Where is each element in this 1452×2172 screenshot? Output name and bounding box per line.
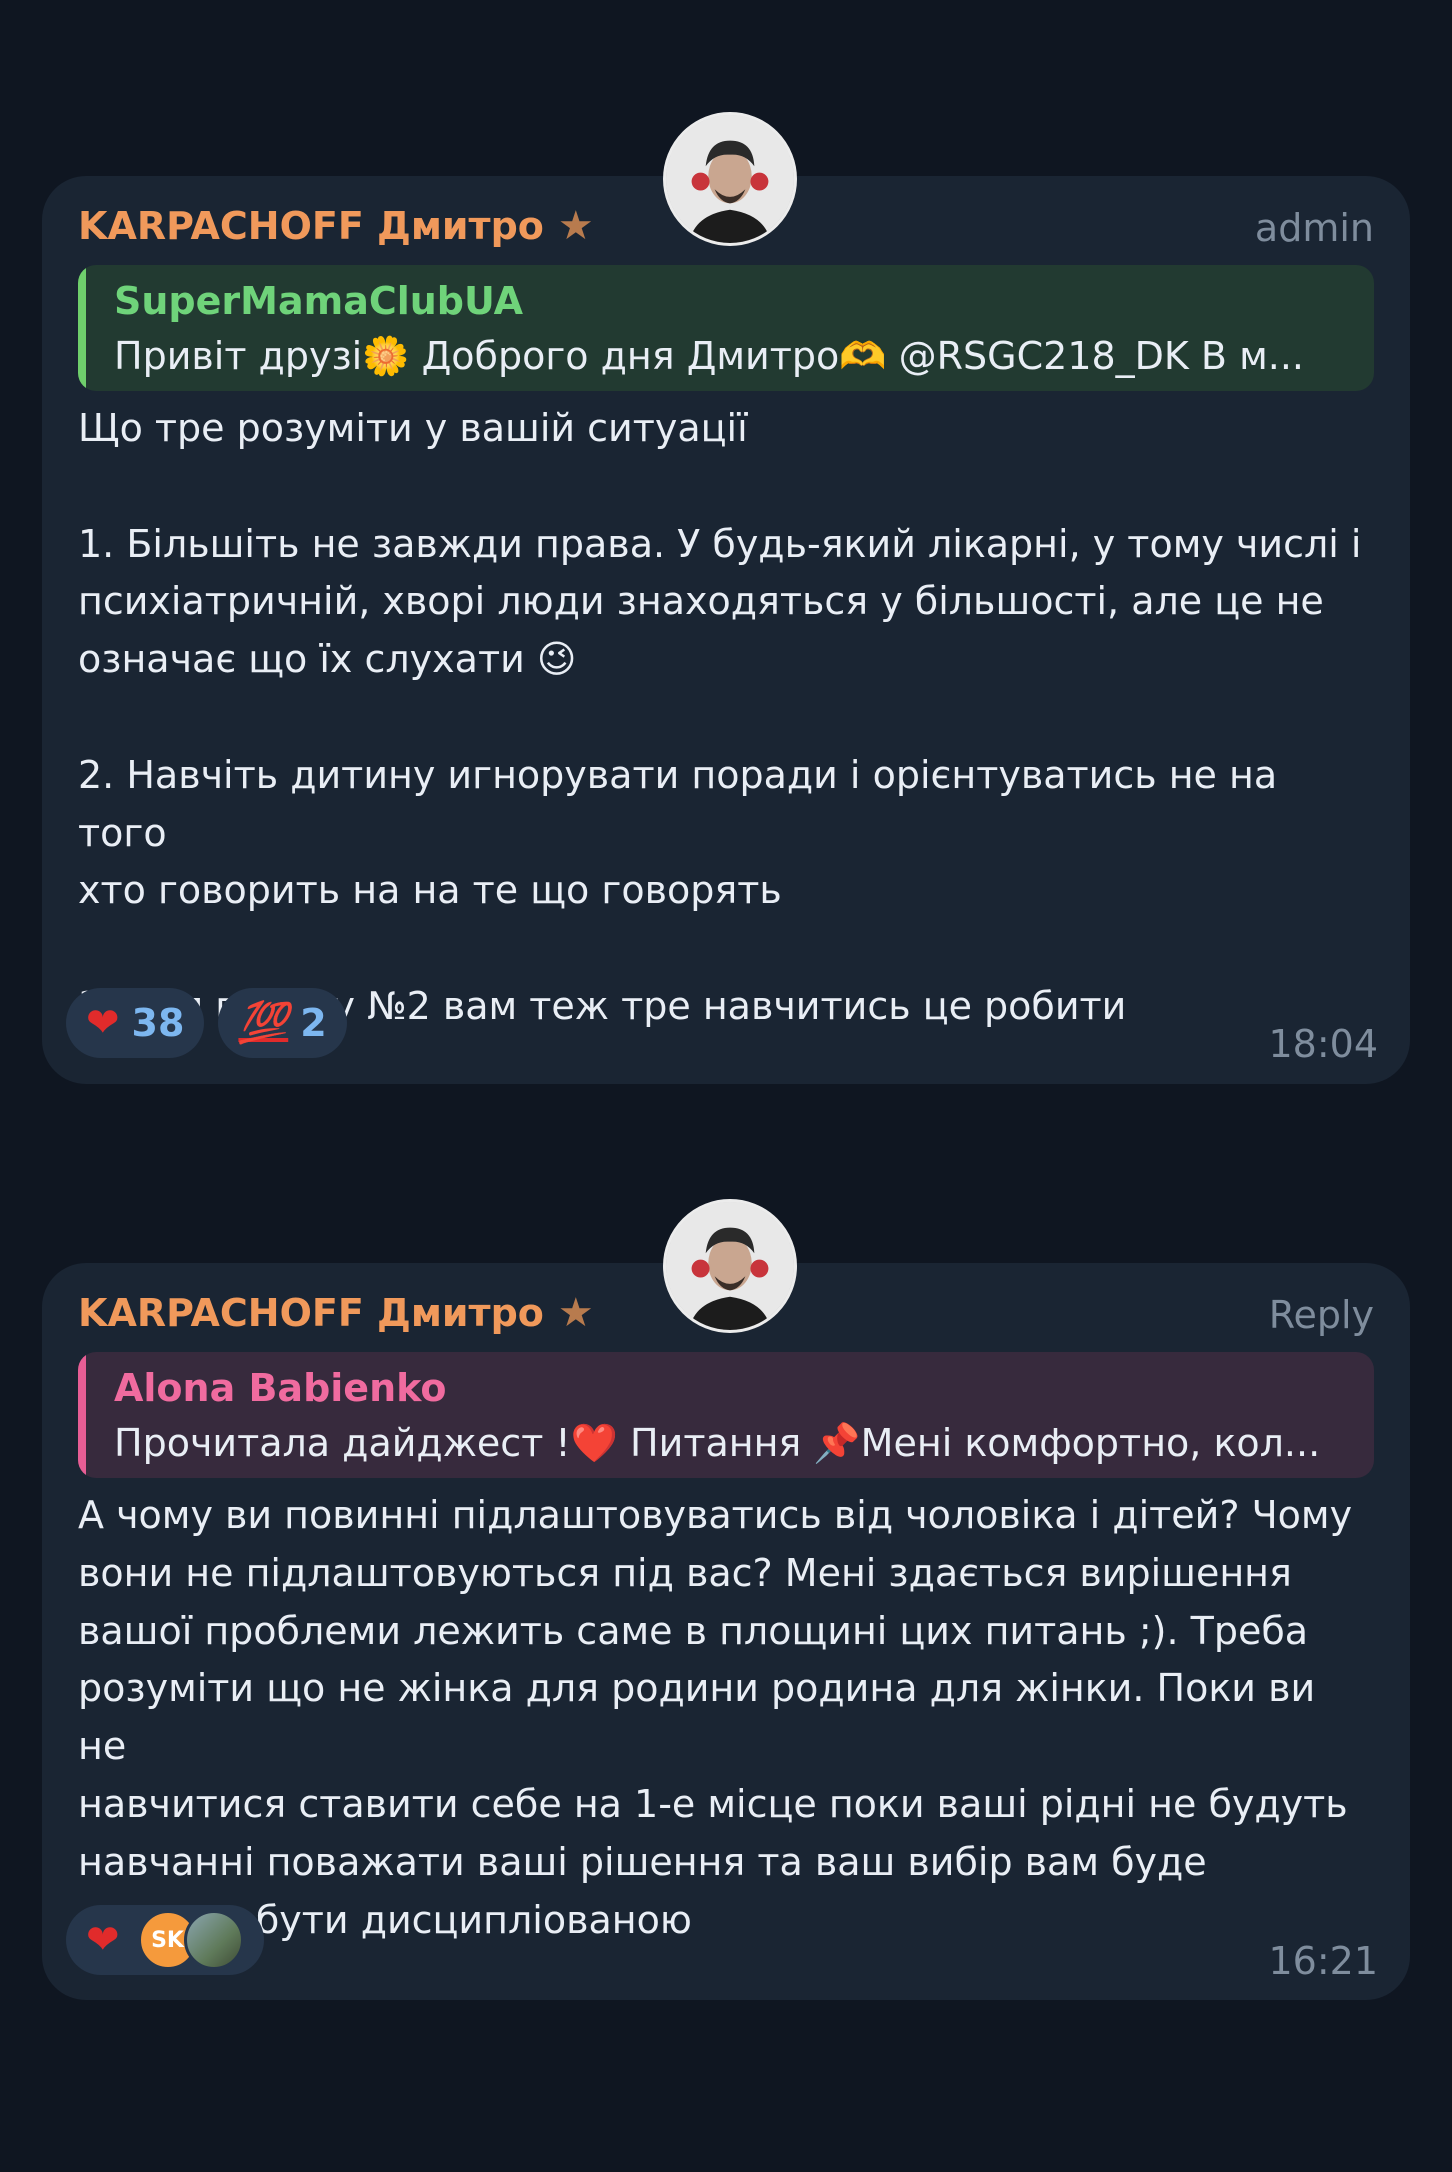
person-photo-icon bbox=[666, 1202, 794, 1330]
text-line: 1. Більшіть не завжди права. У будь-який… bbox=[78, 521, 1362, 566]
quote-text: Привіт друзі🌼 Доброго дня Дмитро🫶 @RSGC2… bbox=[114, 334, 1304, 378]
reply-quote[interactable]: SuperMamaClubUA Привіт друзі🌼 Доброго дн… bbox=[78, 265, 1374, 391]
text-line: означає що їх слухати 😉 bbox=[78, 637, 577, 682]
text-line: навчанні поважати ваші рішення та ваш ви… bbox=[78, 1839, 1207, 1884]
text-line: вашої проблеми лежить саме в площині цих… bbox=[78, 1608, 1309, 1653]
message-bubble[interactable]: KARPACHOFF Дмитро ★ admin SuperMamaClubU… bbox=[42, 176, 1410, 1084]
quote-author: Alona Babienko bbox=[114, 1366, 447, 1410]
star-icon: ★ bbox=[557, 1290, 594, 1336]
text-line: вони не підлаштовуються під вас? Мені зд… bbox=[78, 1550, 1292, 1595]
reactions-bar: ❤ SK bbox=[66, 1905, 264, 1975]
reactor-avatars: SK bbox=[132, 1910, 244, 1970]
quote-author: SuperMamaClubUA bbox=[114, 279, 524, 323]
reactor-avatar bbox=[183, 1910, 244, 1970]
person-photo-icon bbox=[666, 115, 794, 243]
reply-label[interactable]: Reply bbox=[1269, 1293, 1374, 1337]
reaction-count: 38 bbox=[131, 1001, 185, 1045]
text-line: А чому ви повинні підлаштовуватись від ч… bbox=[78, 1493, 1353, 1537]
text-line: психіатричній, хворі люди знаходяться у … bbox=[78, 579, 1324, 624]
text-line: Що тре розуміти у вашій ситуації bbox=[78, 406, 748, 450]
message-text: А чому ви повинні підлаштовуватись від ч… bbox=[78, 1487, 1374, 1949]
avatar[interactable] bbox=[663, 1199, 797, 1333]
reaction-heart[interactable]: ❤ SK bbox=[66, 1905, 264, 1975]
sender-name[interactable]: KARPACHOFF Дмитро ★ bbox=[78, 1291, 594, 1335]
message-time: 18:04 bbox=[1268, 1022, 1378, 1066]
reaction-hundred[interactable]: 💯 2 bbox=[218, 988, 347, 1058]
reaction-heart[interactable]: ❤ 38 bbox=[66, 988, 205, 1058]
reply-quote[interactable]: Alona Babienko Прочитала дайджест !❤️ Пи… bbox=[78, 1352, 1374, 1478]
message-time: 16:21 bbox=[1268, 1939, 1378, 1983]
heart-icon: ❤ bbox=[86, 1917, 120, 1963]
text-line: навчитися ставити себе на 1-е місце поки… bbox=[78, 1781, 1348, 1826]
role-label: admin bbox=[1254, 206, 1374, 250]
sender-label: KARPACHOFF Дмитро bbox=[78, 1291, 544, 1335]
message-text: Що тре розуміти у вашій ситуації 1. Біль… bbox=[78, 400, 1374, 1036]
quote-text: Прочитала дайджест !❤️ Питання 📌Мені ком… bbox=[114, 1421, 1321, 1465]
reaction-count: 2 bbox=[300, 1001, 327, 1045]
sender-label: KARPACHOFF Дмитро bbox=[78, 204, 544, 248]
message-bubble[interactable]: KARPACHOFF Дмитро ★ Reply Alona Babienko… bbox=[42, 1263, 1410, 2000]
text-line: складно бути дисциплiованою bbox=[78, 1897, 692, 1942]
star-icon: ★ bbox=[557, 203, 594, 249]
hundred-points-icon: 💯 bbox=[238, 1000, 289, 1046]
text-line: розуміти що не жінка для родини родина д… bbox=[78, 1666, 1316, 1769]
text-line: хто говорить на на те що говорять bbox=[78, 868, 782, 913]
reactions-bar: ❤ 38 💯 2 bbox=[66, 988, 347, 1058]
text-line: 2. Навчіть дитину игнорувати поради і ор… bbox=[78, 752, 1278, 855]
avatar[interactable] bbox=[663, 112, 797, 246]
sender-name[interactable]: KARPACHOFF Дмитро ★ bbox=[78, 204, 594, 248]
heart-icon: ❤ bbox=[86, 1000, 120, 1046]
